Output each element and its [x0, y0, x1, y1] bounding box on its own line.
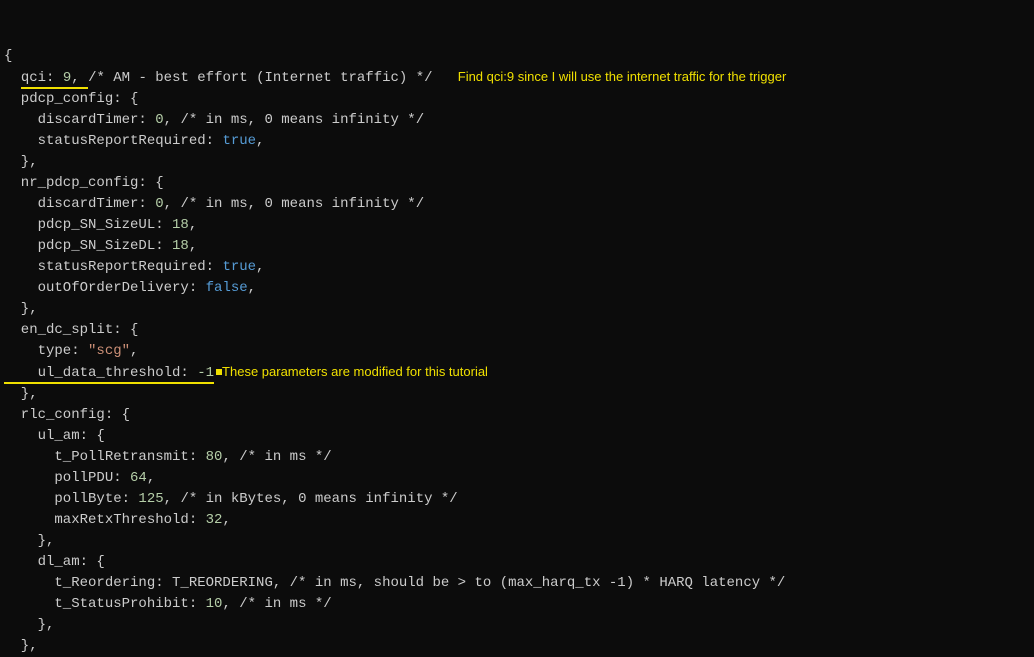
val-pdcp-sn-ul: 18 — [172, 217, 189, 233]
key-en-dc-split: en_dc_split: { — [4, 322, 138, 338]
comma: , — [256, 133, 264, 149]
brace-close-5: }, — [4, 617, 54, 633]
val-status-report-2: true — [222, 259, 256, 275]
colon: : — [46, 70, 63, 86]
comma: , — [222, 596, 239, 612]
key-t-status-prohibit: t_StatusProhibit: — [4, 596, 206, 612]
comma: , — [164, 112, 181, 128]
comment-t-reordering: /* in ms, should be > to (max_harq_tx -1… — [290, 575, 786, 591]
key-dl-am: dl_am: { — [4, 554, 105, 570]
brace-close-6: }, — [4, 638, 38, 654]
val-ul-data-threshold: -1 — [197, 365, 214, 381]
key-max-retx: maxRetxThreshold: — [4, 512, 206, 528]
val-type: "scg" — [88, 343, 130, 359]
comma: , — [164, 491, 181, 507]
key-rlc-config: rlc_config: { — [4, 407, 130, 423]
comment-t-status: /* in ms */ — [239, 596, 331, 612]
val-status-report: true — [222, 133, 256, 149]
comma: , — [189, 238, 197, 254]
key-pdcp-config: pdcp_config: { — [4, 91, 138, 107]
key-status-report-2: statusReportRequired: — [4, 259, 222, 275]
brace-close-3: }, — [4, 386, 38, 402]
val-out-of-order: false — [206, 280, 248, 296]
key-qci: qci — [21, 70, 46, 86]
key-t-reordering: t_Reordering: T_REORDERING, — [4, 575, 290, 591]
key-type: type: — [4, 343, 88, 359]
val-discard-timer-2: 0 — [155, 196, 163, 212]
val-poll-pdu: 64 — [130, 470, 147, 486]
brace-close: }, — [4, 154, 38, 170]
indent — [4, 70, 21, 86]
comma: , — [130, 343, 138, 359]
comma: , — [164, 196, 181, 212]
comma: , — [147, 470, 155, 486]
brace-close-2: }, — [4, 301, 38, 317]
comma: , — [222, 512, 230, 528]
comma: , — [71, 70, 88, 86]
key-discard-timer-2: discardTimer: — [4, 196, 155, 212]
val-pdcp-sn-dl: 18 — [172, 238, 189, 254]
key-pdcp-sn-ul: pdcp_SN_SizeUL: — [4, 217, 172, 233]
comma: , — [189, 217, 197, 233]
comment-discard-timer: /* in ms, 0 means infinity */ — [180, 112, 424, 128]
key-poll-pdu: pollPDU: — [4, 470, 130, 486]
key-t-poll-retransmit: t_PollRetransmit: — [4, 449, 206, 465]
val-t-status-prohibit: 10 — [206, 596, 223, 612]
val-qci: 9 — [63, 70, 71, 86]
key-poll-byte: pollByte: — [4, 491, 138, 507]
brace-close-4: }, — [4, 533, 54, 549]
comment-qci: /* AM - best effort (Internet traffic) *… — [88, 70, 432, 86]
key-discard-timer: discardTimer: — [4, 112, 155, 128]
key-nr-pdcp-config: nr_pdcp_config: { — [4, 175, 164, 191]
brace-open: { — [4, 48, 12, 64]
key-ul-am: ul_am: { — [4, 428, 105, 444]
comma: , — [248, 280, 256, 296]
val-poll-byte: 125 — [138, 491, 163, 507]
comment-discard-timer-2: /* in ms, 0 means infinity */ — [180, 196, 424, 212]
val-max-retx: 32 — [206, 512, 223, 528]
comment-poll-byte: /* in kBytes, 0 means infinity */ — [180, 491, 457, 507]
val-discard-timer: 0 — [155, 112, 163, 128]
key-out-of-order: outOfOrderDelivery: — [4, 280, 206, 296]
comment-t-poll: /* in ms */ — [239, 449, 331, 465]
key-status-report: statusReportRequired: — [4, 133, 222, 149]
comma: , — [222, 449, 239, 465]
key-ul-data-threshold: ul_data_threshold: — [4, 365, 197, 381]
val-t-poll-retransmit: 80 — [206, 449, 223, 465]
annotation-qci: Find qci:9 since I will use the internet… — [458, 69, 787, 84]
key-pdcp-sn-dl: pdcp_SN_SizeDL: — [4, 238, 172, 254]
annotation-params: These parameters are modified for this t… — [222, 364, 488, 379]
comma: , — [256, 259, 264, 275]
